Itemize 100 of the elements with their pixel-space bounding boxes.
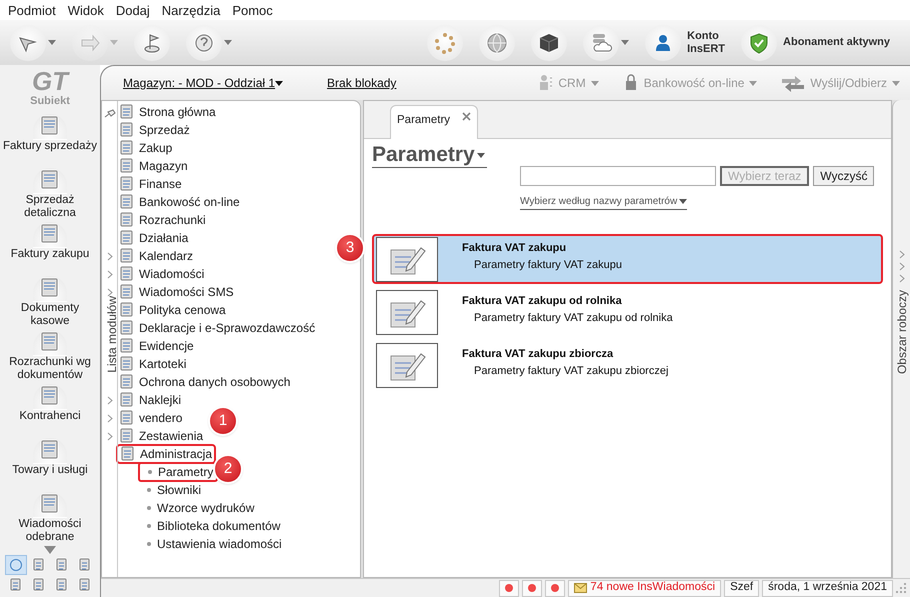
envelope-icon bbox=[574, 583, 588, 593]
parameter-row[interactable]: Faktura VAT zakupu Parametry faktury VAT zakupu bbox=[372, 234, 883, 284]
row-subtitle: Parametry faktury VAT zakupu od rolnika bbox=[474, 310, 673, 326]
account-label: Konto bbox=[687, 30, 720, 42]
document-icon bbox=[40, 116, 60, 136]
date-label: środa, 1 września 2021 bbox=[762, 580, 893, 596]
clear-button[interactable]: Wyczyść bbox=[813, 166, 874, 186]
module-item[interactable]: Sprzedaż bbox=[116, 121, 193, 139]
down-arrow-icon bbox=[44, 546, 56, 554]
document-icon bbox=[119, 194, 135, 210]
document-icon bbox=[78, 578, 92, 592]
module-item[interactable]: Magazyn bbox=[116, 157, 191, 175]
sidebar-item[interactable]: Faktury zakupu bbox=[0, 222, 100, 276]
document-icon bbox=[54, 578, 68, 592]
alert-dot-icon bbox=[528, 584, 536, 592]
document-icon bbox=[40, 278, 60, 298]
spinner-icon bbox=[434, 32, 456, 54]
menu-item[interactable]: Widok bbox=[64, 0, 112, 20]
document-icon bbox=[119, 158, 135, 174]
document-icon bbox=[119, 104, 135, 120]
menu-item[interactable]: Dodaj bbox=[112, 0, 158, 20]
sidebar-item[interactable]: Wiadomości odebrane bbox=[0, 492, 100, 546]
lock-link[interactable]: Brak blokady bbox=[327, 74, 396, 92]
alert-dot-icon bbox=[551, 584, 560, 592]
parameter-row[interactable]: Faktura VAT zakupu od rolnika Parametry faktury VAT zakupu od rolnika bbox=[372, 287, 883, 337]
document-icon bbox=[78, 558, 92, 572]
submodule-item[interactable]: Biblioteka dokumentów bbox=[138, 517, 284, 535]
arrows-icon bbox=[781, 74, 806, 92]
document-icon bbox=[40, 440, 60, 460]
module-item[interactable]: Wiadomości bbox=[116, 265, 208, 283]
submodule-item[interactable]: Słowniki bbox=[138, 481, 206, 499]
sidebar-item[interactable]: Dokumenty kasowe bbox=[0, 276, 100, 330]
module-item[interactable]: Rozrachunki bbox=[116, 211, 209, 229]
sidebar-item[interactable]: Rozrachunki wg dokumentów bbox=[0, 330, 100, 384]
document-icon bbox=[119, 302, 135, 318]
module-item[interactable]: Ochrona danych osobowych bbox=[116, 373, 294, 391]
sidebar-item[interactable]: Sprzedaż detaliczna bbox=[0, 168, 100, 222]
page-title[interactable]: Parametry bbox=[372, 143, 487, 168]
document-icon bbox=[119, 266, 135, 282]
module-item[interactable]: vendero bbox=[116, 409, 186, 427]
parameter-row[interactable]: Faktura VAT zakupu zbiorcza Parametry faktury VAT zakupu zbiorczej bbox=[372, 340, 883, 390]
person-icon bbox=[537, 74, 554, 92]
document-icon bbox=[120, 446, 136, 462]
submodule-item[interactable]: Wzorce wydruków bbox=[138, 499, 258, 517]
bullet-icon bbox=[148, 470, 152, 474]
document-icon bbox=[32, 578, 46, 592]
subscription-label: Abonament aktywny bbox=[783, 36, 890, 49]
module-item[interactable]: Administracja bbox=[116, 444, 216, 464]
step-marker: 3 bbox=[337, 235, 363, 261]
module-item[interactable]: Zakup bbox=[116, 139, 176, 157]
row-title: Faktura VAT zakupu bbox=[462, 241, 568, 256]
sidebar-item[interactable]: Faktury sprzedaży bbox=[0, 114, 100, 168]
pin-icon bbox=[104, 109, 116, 119]
bullet-icon bbox=[147, 488, 151, 492]
sidebar-item[interactable]: Kontrahenci bbox=[0, 384, 100, 438]
module-item[interactable]: Zestawienia bbox=[116, 427, 206, 445]
document-icon bbox=[119, 338, 135, 354]
cloud-icon bbox=[590, 32, 612, 54]
step-marker: 2 bbox=[215, 456, 241, 482]
row-title: Faktura VAT zakupu zbiorcza bbox=[462, 347, 614, 362]
module-item[interactable]: Kalendarz bbox=[116, 247, 196, 265]
document-icon bbox=[119, 392, 135, 408]
caret-icon bbox=[275, 81, 284, 86]
document-icon bbox=[119, 320, 135, 336]
menu-item[interactable]: Pomoc bbox=[228, 0, 281, 20]
document-icon bbox=[119, 122, 135, 138]
alert-dot-icon bbox=[505, 584, 514, 592]
module-item[interactable]: Bankowość on-line bbox=[116, 193, 243, 211]
caret-icon bbox=[679, 199, 688, 204]
shortcut-button[interactable] bbox=[6, 556, 26, 574]
document-icon bbox=[40, 170, 60, 190]
tab[interactable]: Parametry bbox=[390, 105, 478, 139]
app-name: Subiekt bbox=[30, 94, 70, 109]
document-icon bbox=[40, 494, 60, 514]
sidebar-item[interactable]: Towary i usługi bbox=[0, 438, 100, 492]
bullet-icon bbox=[147, 524, 151, 528]
caret-icon bbox=[590, 80, 599, 86]
module-item[interactable]: Działania bbox=[116, 229, 192, 247]
document-icon bbox=[119, 140, 135, 156]
module-item[interactable]: Finanse bbox=[116, 175, 185, 193]
submodule-item[interactable]: Ustawienia wiadomości bbox=[138, 535, 286, 553]
row-title: Faktura VAT zakupu od rolnika bbox=[462, 294, 623, 309]
warehouse-link[interactable]: Magazyn: - MOD - Oddział 1 bbox=[123, 74, 284, 92]
menu-item[interactable]: Podmiot bbox=[4, 0, 64, 20]
filter-link[interactable]: Wybierz według nazwy parametrów bbox=[520, 194, 688, 210]
document-icon bbox=[40, 224, 60, 244]
question-icon bbox=[193, 32, 215, 54]
row-subtitle: Parametry faktury VAT zakupu zbiorczej bbox=[474, 364, 668, 378]
document-icon bbox=[119, 410, 135, 426]
step-marker: 1 bbox=[210, 408, 236, 434]
menu-item[interactable]: Narzędzia bbox=[158, 0, 228, 20]
document-icon bbox=[119, 374, 135, 390]
search-field[interactable] bbox=[520, 166, 716, 186]
caret-icon bbox=[892, 80, 900, 86]
document-icon bbox=[119, 428, 135, 444]
module-item[interactable]: Naklejki bbox=[116, 391, 184, 409]
resize-grip-icon bbox=[896, 583, 906, 593]
document-icon bbox=[8, 578, 22, 592]
module-item[interactable]: Strona główna bbox=[116, 103, 219, 121]
document-icon bbox=[40, 386, 60, 406]
